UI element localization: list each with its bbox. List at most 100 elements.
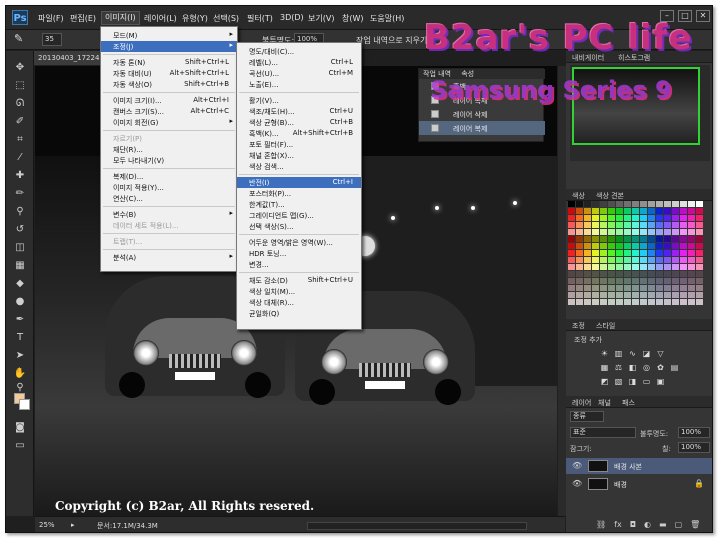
link-layers-icon[interactable]: ⛓ xyxy=(596,520,606,529)
tab-adjustments[interactable]: 조정 xyxy=(572,321,585,331)
adjustment-menu-item[interactable]: 변경... xyxy=(237,259,361,270)
color-swatch[interactable] xyxy=(624,215,631,221)
quick-select-tool-icon[interactable]: ✐ xyxy=(12,115,28,129)
color-swatch[interactable] xyxy=(672,201,679,207)
color-swatch[interactable] xyxy=(688,215,695,221)
color-swatch[interactable] xyxy=(696,250,703,256)
color-swatch[interactable] xyxy=(616,257,623,263)
status-arrow-icon[interactable]: ▸ xyxy=(71,521,75,529)
color-swatch[interactable] xyxy=(616,243,623,249)
color-swatch[interactable] xyxy=(688,243,695,249)
adjustment-menu-item[interactable]: HDR 토닝... xyxy=(237,248,361,259)
color-swatch[interactable] xyxy=(640,292,647,298)
group-icon[interactable]: ▬ xyxy=(659,520,667,529)
color-swatch[interactable] xyxy=(608,236,615,242)
color-swatch[interactable] xyxy=(648,264,655,270)
tab-swatches[interactable]: 색상 견본 xyxy=(596,191,624,201)
color-swatch[interactable] xyxy=(600,271,607,277)
pen-tool-icon[interactable]: ✒ xyxy=(12,313,28,327)
color-swatch[interactable] xyxy=(600,243,607,249)
adjustment-menu-item[interactable]: 색상 검색... xyxy=(237,161,361,172)
adjustment-menu-item[interactable]: 활기(V)... xyxy=(237,95,361,106)
eyedropper-tool-icon[interactable]: ⁄ xyxy=(12,151,28,165)
adjustment-menu-item[interactable]: 색조/채도(H)... Ctrl+U xyxy=(237,106,361,117)
color-swatch[interactable] xyxy=(696,236,703,242)
color-swatch[interactable] xyxy=(688,222,695,228)
color-swatch[interactable] xyxy=(624,229,631,235)
color-swatch[interactable] xyxy=(640,201,647,207)
color-swatch[interactable] xyxy=(688,250,695,256)
color-swatch[interactable] xyxy=(680,257,687,263)
color-swatch[interactable] xyxy=(608,271,615,277)
color-swatch[interactable] xyxy=(680,208,687,214)
color-swatch[interactable] xyxy=(648,285,655,291)
color-swatch[interactable] xyxy=(672,229,679,235)
color-swatch[interactable] xyxy=(576,257,583,263)
color-swatch[interactable] xyxy=(640,222,647,228)
color-swatch[interactable] xyxy=(640,257,647,263)
image-menu-item[interactable]: 자동 대비(U) Alt+Shift+Ctrl+L xyxy=(101,68,237,79)
color-swatch[interactable] xyxy=(568,285,575,291)
layer-fill-field[interactable]: 100% xyxy=(678,442,710,453)
adjustment-menu-item[interactable]: 흑백(K)... Alt+Shift+Ctrl+B xyxy=(237,128,361,139)
adjustment-menu-item[interactable]: 색상 일치(M)... xyxy=(237,286,361,297)
color-swatch[interactable] xyxy=(672,208,679,214)
quick-mask-icon[interactable]: ◙ xyxy=(12,421,28,435)
color-swatch[interactable] xyxy=(568,257,575,263)
color-swatch[interactable] xyxy=(696,292,703,298)
color-swatch[interactable] xyxy=(584,215,591,221)
color-swatch[interactable] xyxy=(576,243,583,249)
color-swatch[interactable] xyxy=(696,285,703,291)
image-menu-item[interactable]: 변수(B) ▸ xyxy=(101,209,237,220)
color-swatch[interactable] xyxy=(696,264,703,270)
color-swatch[interactable] xyxy=(656,271,663,277)
color-swatch[interactable] xyxy=(656,222,663,228)
color-swatch[interactable] xyxy=(656,208,663,214)
color-swatch[interactable] xyxy=(664,292,671,298)
posterize-adjust-icon[interactable]: ▧ xyxy=(614,377,623,386)
color-swatch[interactable] xyxy=(632,236,639,242)
color-swatch[interactable] xyxy=(640,236,647,242)
color-swatch[interactable] xyxy=(624,250,631,256)
type-tool-icon[interactable]: T xyxy=(12,331,28,345)
color-swatch[interactable] xyxy=(640,208,647,214)
color-swatch[interactable] xyxy=(672,292,679,298)
color-swatch[interactable] xyxy=(688,264,695,270)
balance-adjust-icon[interactable]: ⚖ xyxy=(614,363,623,372)
color-swatch[interactable] xyxy=(664,201,671,207)
color-swatch[interactable] xyxy=(688,292,695,298)
color-swatch[interactable] xyxy=(568,264,575,270)
menu-select[interactable]: 선택(S) xyxy=(213,13,239,24)
color-swatch[interactable] xyxy=(648,271,655,277)
screen-mode-icon[interactable]: ▭ xyxy=(12,439,28,453)
menu-layer[interactable]: 레이어(L) xyxy=(144,13,177,24)
color-swatch[interactable] xyxy=(576,292,583,298)
color-swatch[interactable] xyxy=(656,215,663,221)
color-swatch[interactable] xyxy=(624,299,631,305)
color-swatch[interactable] xyxy=(584,264,591,270)
color-swatch[interactable] xyxy=(608,285,615,291)
tab-styles[interactable]: 스타일 xyxy=(596,321,615,331)
menu-help[interactable]: 도움말(H) xyxy=(370,13,404,24)
color-swatch[interactable] xyxy=(696,257,703,263)
color-swatch[interactable] xyxy=(648,292,655,298)
hue-adjust-icon[interactable]: ▦ xyxy=(600,363,609,372)
layer-kind-filter[interactable]: 종류 xyxy=(570,411,604,422)
eraser-tool-icon[interactable]: ✎ xyxy=(14,32,23,45)
color-swatch[interactable] xyxy=(600,299,607,305)
color-swatch[interactable] xyxy=(608,264,615,270)
image-menu-item[interactable]: 데이터 세트 적용(L)... xyxy=(101,220,237,231)
color-swatch[interactable] xyxy=(568,236,575,242)
color-swatch[interactable] xyxy=(616,292,623,298)
image-menu-item[interactable]: 모두 나타내기(V) xyxy=(101,155,237,166)
color-swatch[interactable] xyxy=(576,222,583,228)
color-swatch[interactable] xyxy=(584,271,591,277)
color-swatch[interactable] xyxy=(616,215,623,221)
tab-paths[interactable]: 패스 xyxy=(622,398,635,408)
color-swatch[interactable] xyxy=(632,285,639,291)
color-swatch[interactable] xyxy=(688,201,695,207)
color-swatch[interactable] xyxy=(696,201,703,207)
image-menu-item[interactable]: 분석(A) ▸ xyxy=(101,252,237,263)
lasso-tool-icon[interactable]: ᘏ xyxy=(12,97,28,111)
color-swatch[interactable] xyxy=(680,250,687,256)
